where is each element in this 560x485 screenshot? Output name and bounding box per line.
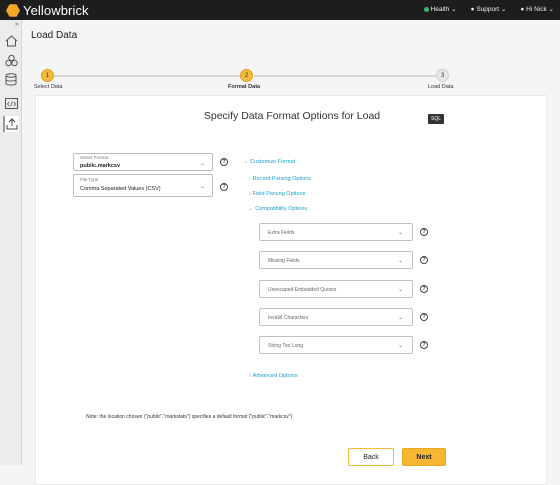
- main-content: Load Data 1 Select Data 2 Format Data 3 …: [22, 20, 560, 485]
- top-bar: Yellowbrick Health ⌄ ● Support ⌄ ● Hi Ni…: [0, 0, 560, 20]
- file-type-value: Comma Separated Values (CSV): [80, 186, 161, 192]
- select-format-help-icon[interactable]: ?: [220, 158, 228, 166]
- invalid-characters-dropdown[interactable]: Invalid Characters ⌄: [259, 308, 413, 326]
- step-1-label: Select Data: [34, 84, 63, 90]
- advanced-options-label: Advanced Options: [252, 373, 298, 379]
- sidebar-item-clusters[interactable]: [3, 52, 19, 68]
- missing-fields-label: Missing Fields: [268, 258, 300, 264]
- support-label: Support: [476, 6, 500, 13]
- string-too-long-label: String Too Long: [268, 343, 303, 349]
- chevron-down-icon: ⌄: [397, 287, 403, 293]
- invalid-characters-help-icon[interactable]: ?: [420, 313, 428, 321]
- chevron-down-icon: ⌄: [199, 184, 205, 190]
- logo-icon: [6, 4, 20, 17]
- invalid-characters-label: Invalid Characters: [268, 315, 309, 321]
- field-parsing-options-link[interactable]: › Field Parsing Options: [249, 191, 305, 197]
- user-icon: ●: [520, 6, 525, 13]
- sidebar-item-query-editor[interactable]: [3, 95, 19, 111]
- string-too-long-dropdown[interactable]: String Too Long ⌄: [259, 336, 413, 354]
- user-menu[interactable]: ● Hi Nick ⌄: [520, 5, 554, 13]
- extra-fields-dropdown[interactable]: Extra Fields ⌄: [259, 223, 413, 241]
- chevron-right-icon: ›: [249, 373, 251, 379]
- chevron-down-icon: ⌄: [451, 6, 457, 13]
- step-connector: [254, 75, 436, 77]
- chevron-down-icon: ⌄: [244, 159, 249, 165]
- back-button[interactable]: Back: [348, 448, 394, 466]
- file-type-label: File Type: [80, 177, 99, 182]
- sidebar-item-home[interactable]: [3, 33, 19, 49]
- chevron-right-icon: ›: [249, 191, 251, 197]
- missing-fields-dropdown[interactable]: Missing Fields ⌄: [259, 251, 413, 269]
- step-2-label: Format Data: [228, 84, 261, 90]
- health-label: Health: [430, 6, 450, 13]
- app-logo[interactable]: Yellowbrick: [6, 3, 89, 18]
- default-format-note: Note: the location chosen ("public"."mar…: [86, 414, 293, 420]
- top-right-menu: Health ⌄ ● Support ⌄ ● Hi Nick ⌄: [423, 5, 554, 13]
- chevron-down-icon: ⌄: [500, 6, 507, 13]
- sidebar-item-load-data[interactable]: [3, 116, 19, 132]
- globe-icon: ●: [470, 6, 475, 13]
- step-3-indicator: 3: [436, 69, 449, 82]
- advanced-options-link[interactable]: › Advanced Options: [249, 373, 298, 379]
- step-2-indicator: 2: [240, 69, 253, 82]
- unescaped-quotes-dropdown[interactable]: Unescaped Embedded Quotes ⌄: [259, 280, 413, 298]
- missing-fields-help-icon[interactable]: ?: [420, 256, 428, 264]
- chevron-right-icon: ›: [249, 176, 251, 182]
- code-editor-icon: [4, 97, 18, 109]
- file-type-help-icon[interactable]: ?: [220, 183, 228, 191]
- chevron-down-icon: ⌄: [548, 6, 554, 13]
- step-1-indicator[interactable]: 1: [41, 69, 54, 82]
- file-type-dropdown[interactable]: File Type Comma Separated Values (CSV) ⌄: [73, 174, 213, 197]
- health-status-icon: [423, 6, 429, 12]
- extra-fields-help-icon[interactable]: ?: [420, 228, 428, 236]
- customize-format-link[interactable]: ⌄ Customize Format: [244, 159, 295, 165]
- chevron-down-icon: ⌄: [397, 315, 403, 321]
- select-format-label: Select Format: [80, 155, 109, 160]
- customize-format-label: Customize Format: [250, 159, 296, 165]
- record-parsing-label: Record Parsing Options: [252, 176, 312, 182]
- chevron-down-icon: ⌄: [199, 161, 205, 167]
- stepper: 1 Select Data 2 Format Data 3 Load Data: [22, 48, 560, 92]
- user-label: Hi Nick: [526, 6, 547, 13]
- next-button[interactable]: Next: [402, 448, 446, 466]
- record-parsing-options-link[interactable]: › Record Parsing Options: [249, 176, 311, 182]
- select-format-value: public.markcsv: [80, 163, 121, 169]
- compatibility-options-link[interactable]: ⌄ Compatibility Options: [249, 206, 307, 212]
- page-title: Load Data: [31, 30, 78, 41]
- upload-icon: [6, 118, 18, 130]
- support-menu[interactable]: ● Support ⌄: [471, 5, 507, 13]
- chevron-down-icon: ⌄: [397, 343, 403, 349]
- string-too-long-help-icon[interactable]: ?: [420, 341, 428, 349]
- compatibility-label: Compatibility Options: [255, 206, 308, 212]
- sidebar-item-databases[interactable]: [3, 71, 19, 87]
- database-icon: [5, 72, 17, 85]
- sidebar: »: [0, 20, 22, 465]
- field-parsing-label: Field Parsing Options: [252, 191, 306, 197]
- step-3-label: Load Data: [428, 84, 454, 90]
- select-format-dropdown[interactable]: Select Format public.markcsv ⌄: [73, 153, 213, 171]
- chevron-down-icon: ⌄: [397, 258, 403, 264]
- app-name: Yellowbrick: [23, 3, 89, 18]
- format-options-card: Specify Data Format Options for Load SQL…: [35, 95, 547, 485]
- health-menu[interactable]: Health ⌄: [423, 5, 457, 13]
- chevron-down-icon: ⌄: [249, 206, 254, 212]
- step-connector: [48, 75, 240, 77]
- chevron-down-icon: ⌄: [397, 230, 403, 236]
- cluster-icon: [4, 54, 18, 66]
- sql-button[interactable]: SQL: [428, 114, 444, 124]
- card-title: Specify Data Format Options for Load: [203, 110, 381, 122]
- unescaped-quotes-help-icon[interactable]: ?: [420, 285, 428, 293]
- expand-sidebar-icon[interactable]: »: [15, 21, 19, 28]
- home-icon: [5, 35, 17, 47]
- unescaped-quotes-label: Unescaped Embedded Quotes: [268, 287, 337, 293]
- extra-fields-label: Extra Fields: [268, 230, 295, 236]
